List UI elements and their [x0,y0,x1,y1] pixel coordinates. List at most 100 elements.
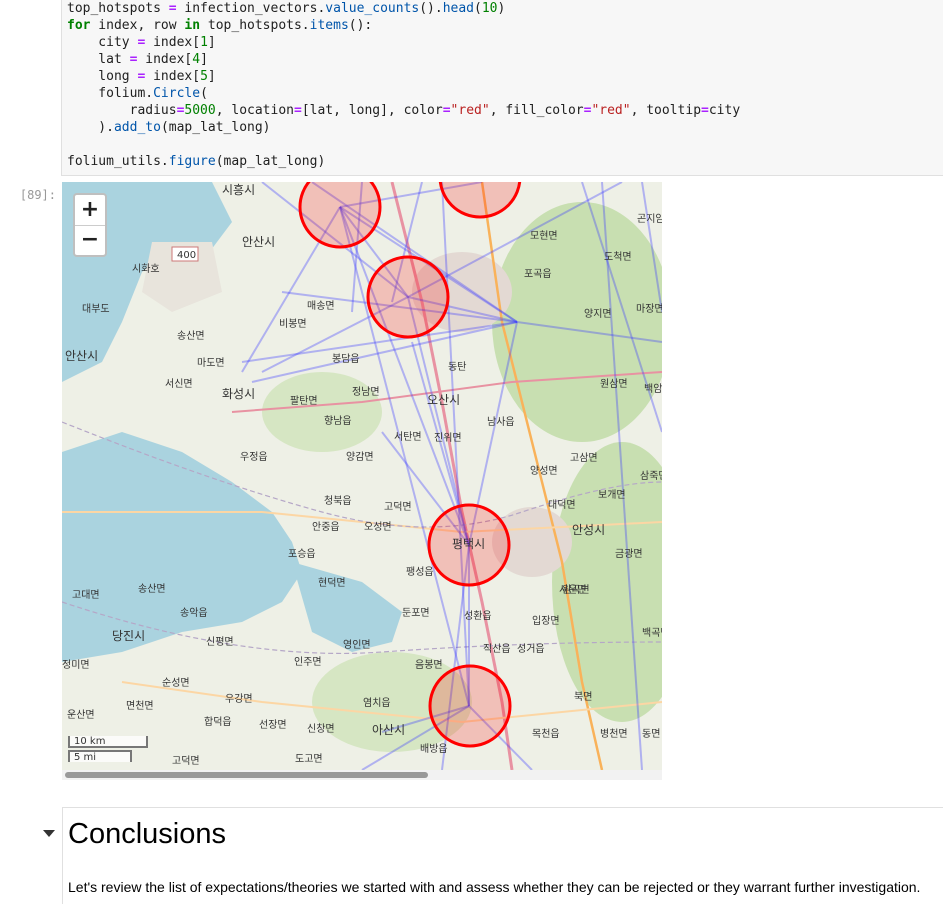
map-place-label: 보개면 [598,489,626,501]
map-place-label: 비봉면 [279,318,307,330]
code-line: folium_utils.figure(map_lat_long) [67,154,326,169]
map-place-label: 신창면 [307,723,335,735]
map-place-label: 안산시 [242,235,275,249]
zoom-out-button[interactable]: − [75,225,105,255]
map-canvas[interactable]: 400 시흥시안산시시화호대부도송산면마도면서신면화성시안산시비봉면매송면봉담읍… [62,182,662,770]
map-place-label: 마장면 [636,303,662,315]
map-place-label: 화성시 [222,387,255,401]
hotspot-circle [438,182,522,219]
map-place-label: 우강면 [225,693,253,705]
map-place-label: 오성면 [364,521,392,533]
map-place-label: 선장면 [259,719,287,731]
map-place-label: 동면 [642,728,660,740]
map-place-label: 팔탄면 [290,395,318,407]
map-place-label: 영인면 [343,639,371,651]
map-place-label: 아산시 [372,723,405,737]
hotspot-circle [298,182,382,249]
map-place-label: 송산면 [177,330,205,342]
zoom-in-button[interactable]: + [75,195,105,225]
map-place-label: 인주면 [294,656,322,668]
map-place-label: 대부도 [82,303,110,315]
map-place-label: 오산시 [427,393,460,407]
scale-km: 10 km [68,736,148,748]
map-place-label: 현덕면 [318,577,346,589]
collapse-chevron-icon[interactable] [43,830,55,837]
map-place-label: 고덕면 [172,755,200,767]
map-place-label: 둔포면 [402,607,430,619]
map-place-label: 원삼면 [600,378,628,390]
map-place-label: 동탄 [448,361,466,373]
sea-area [62,432,302,662]
map-place-label: 진위면 [434,431,462,444]
code-line: city = index[1] [67,35,216,50]
code-line: folium.Circle( [67,86,208,101]
code-line: radius=5000, location=[lat, long], color… [67,103,741,118]
map-place-label: 운산면 [67,709,95,721]
horizontal-scrollbar[interactable] [62,770,662,780]
map-place-label: 서운면 [559,584,587,596]
code-line: lat = index[4] [67,52,208,67]
forest-area [552,442,662,722]
code-editor[interactable]: top_hotspots = infection_vectors.value_c… [67,0,740,170]
code-line: ).add_to(map_lat_long) [67,120,271,135]
map-place-label: 백암 [644,383,662,395]
map-place-label: 팽성읍 [406,566,434,578]
code-line: for index, row in top_hotspots.items(): [67,18,373,33]
map-place-label: 목천읍 [532,728,560,740]
map-place-label: 성거읍 [517,643,545,655]
map-place-label: 양성면 [530,465,558,477]
map-place-label: 마도면 [197,357,225,369]
map-place-label: 향남읍 [324,415,352,427]
map-place-label: 백곡면 [642,627,662,639]
map-place-label: 합덕읍 [204,716,232,728]
map-place-label: 포곡읍 [524,268,552,280]
map-place-label: 당진시 [112,629,145,643]
map-place-label: 신평면 [206,636,234,648]
map-place-label: 고대면 [72,589,100,601]
map-place-label: 금광면 [615,548,643,560]
map-place-label: 고덕면 [384,501,412,513]
map-place-label: 도고면 [295,753,323,765]
map-place-label: 양감면 [346,451,374,463]
map-place-label: 양지면 [584,308,612,320]
code-line: top_hotspots = infection_vectors.value_c… [67,1,506,16]
section-paragraph: Let's review the list of expectations/th… [68,879,921,895]
map-place-label: 안성시 [572,523,605,537]
hotspot-circle [366,255,450,339]
map-place-label: 모현면 [530,230,558,242]
map-place-label: 성환읍 [464,610,492,622]
map-place-label: 정남면 [352,386,380,398]
forest-area [262,372,382,452]
map-place-label: 봉담읍 [332,353,360,365]
map-place-label: 정미면 [62,659,90,671]
map-place-label: 염치읍 [363,697,391,709]
map-place-label: 고삼면 [570,452,598,464]
hotspot-circle [428,664,512,748]
road-number-label: 400 [177,250,196,261]
map-place-label: 북면 [574,691,592,703]
map-place-label: 우정읍 [240,451,268,463]
map-place-label: 포승읍 [288,548,316,560]
map-place-label: 남사읍 [487,416,515,428]
map-place-label: 삼죽면 [640,470,662,482]
output-prompt: [89]: [19,188,56,202]
zoom-control: + − [73,193,107,257]
scrollbar-thumb[interactable] [65,772,428,778]
map-place-label: 대덕면 [548,499,576,511]
map-place-label: 입장면 [532,614,560,627]
map-place-label: 평택시 [452,537,485,551]
map-place-label: 배방읍 [420,743,448,755]
map-place-label: 면천면 [126,700,154,712]
map-place-label: 안산시 [65,349,98,363]
map-place-label: 시흥시 [222,183,255,197]
map-place-label: 시화호 [132,263,160,275]
map-place-label: 서신면 [165,378,193,390]
map-place-label: 순성면 [162,677,190,689]
map-place-label: 병천면 [600,728,628,740]
map-place-label: 곤지암 [637,213,662,225]
map-place-label: 송악읍 [180,607,208,619]
map-place-label: 안중읍 [312,521,340,533]
map-view[interactable]: 400 시흥시 안산시 시화호 대부도 송산면 마도면 서신면 화성시 안산시 비봉면 매송면 봉담읍… [62,182,662,770]
bay-area [292,562,402,652]
